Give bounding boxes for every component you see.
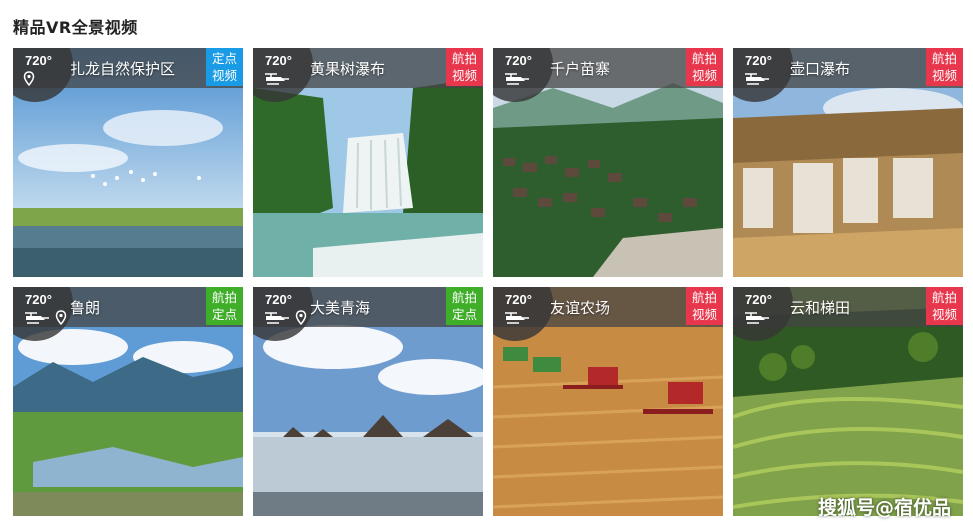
card-title: 鲁朗 — [70, 299, 101, 317]
badge-bottom-text: 视频 — [691, 307, 717, 322]
card-icons — [743, 310, 771, 326]
degree-label: 720° — [25, 53, 52, 68]
card-icons — [503, 71, 531, 87]
drone-icon — [745, 73, 769, 85]
drone-icon — [505, 73, 529, 85]
badge-top-text: 航拍 — [691, 290, 717, 305]
badge-bottom-text: 定点 — [211, 307, 237, 322]
drone-icon — [265, 73, 289, 85]
drone-icon — [265, 312, 289, 324]
type-badge: 航拍 定点 — [446, 287, 483, 325]
card-title: 千户苗寨 — [550, 60, 611, 78]
badge-top-text: 定点 — [211, 51, 237, 66]
card-icons — [23, 71, 35, 87]
card-title: 黄果树瀑布 — [310, 60, 386, 78]
type-badge: 航拍 视频 — [446, 48, 483, 86]
badge-bottom-text: 定点 — [451, 307, 477, 322]
badge-top-text: 航拍 — [211, 290, 237, 305]
type-badge: 航拍 视频 — [926, 48, 963, 86]
degree-label: 720° — [265, 292, 292, 307]
card-title: 友谊农场 — [550, 299, 611, 317]
video-card[interactable]: 720° 云和梯田 航拍视频 — [733, 287, 963, 516]
video-card[interactable]: 720° 友谊农场 航拍视频 — [493, 287, 723, 516]
video-grid: 720° 扎龙自然保护区 定点 视频 720° 黄果树瀑布 航拍 视频 720°… — [13, 48, 963, 516]
badge-bottom-text: 视频 — [931, 68, 957, 83]
degree-label: 720° — [745, 53, 772, 68]
card-title: 壶口瀑布 — [790, 60, 851, 78]
badge-bottom-text: 视频 — [451, 68, 477, 83]
card-icons — [23, 310, 67, 326]
location-pin-icon — [55, 310, 67, 326]
location-pin-icon — [295, 310, 307, 326]
type-badge: 航拍 视频 — [926, 287, 963, 325]
degree-label: 720° — [505, 292, 532, 307]
video-card[interactable]: 720° 鲁朗 航拍定点 — [13, 287, 243, 516]
type-badge: 航拍 视频 — [686, 48, 723, 86]
watermark-text: 搜狐号@宿优品 — [817, 497, 951, 519]
drone-icon — [505, 312, 529, 324]
card-icons — [263, 71, 291, 87]
type-badge: 定点 视频 — [206, 48, 243, 86]
card-icons — [503, 310, 531, 326]
video-card[interactable]: 720° 黄果树瀑布 航拍视频 — [253, 48, 483, 277]
type-badge: 航拍 定点 — [206, 287, 243, 325]
badge-top-text: 航拍 — [691, 51, 717, 66]
type-badge: 航拍 视频 — [686, 287, 723, 325]
badge-top-text: 航拍 — [931, 290, 957, 305]
degree-label: 720° — [505, 53, 532, 68]
drone-icon — [745, 312, 769, 324]
card-title: 大美青海 — [310, 299, 371, 317]
video-card[interactable]: 720° 千户苗寨 航拍视频 — [493, 48, 723, 277]
card-title: 云和梯田 — [790, 299, 851, 317]
degree-label: 720° — [25, 292, 52, 307]
card-title: 扎龙自然保护区 — [70, 60, 176, 78]
card-icons — [743, 71, 771, 87]
video-card[interactable]: 720° 扎龙自然保护区 定点视频 — [13, 48, 243, 277]
video-card[interactable]: 720° 壶口瀑布 航拍视频 — [733, 48, 963, 277]
badge-top-text: 航拍 — [451, 290, 477, 305]
video-card[interactable]: 720° 大美青海 航拍定点 — [253, 287, 483, 516]
degree-label: 720° — [265, 53, 292, 68]
badge-top-text: 航拍 — [931, 51, 957, 66]
location-pin-icon — [23, 71, 35, 87]
badge-bottom-text: 视频 — [211, 68, 237, 83]
section-title: 精品VR全景视频 — [13, 18, 138, 37]
drone-icon — [25, 312, 49, 324]
badge-bottom-text: 视频 — [931, 307, 957, 322]
badge-top-text: 航拍 — [451, 51, 477, 66]
card-icons — [263, 310, 307, 326]
badge-bottom-text: 视频 — [691, 68, 717, 83]
degree-label: 720° — [745, 292, 772, 307]
